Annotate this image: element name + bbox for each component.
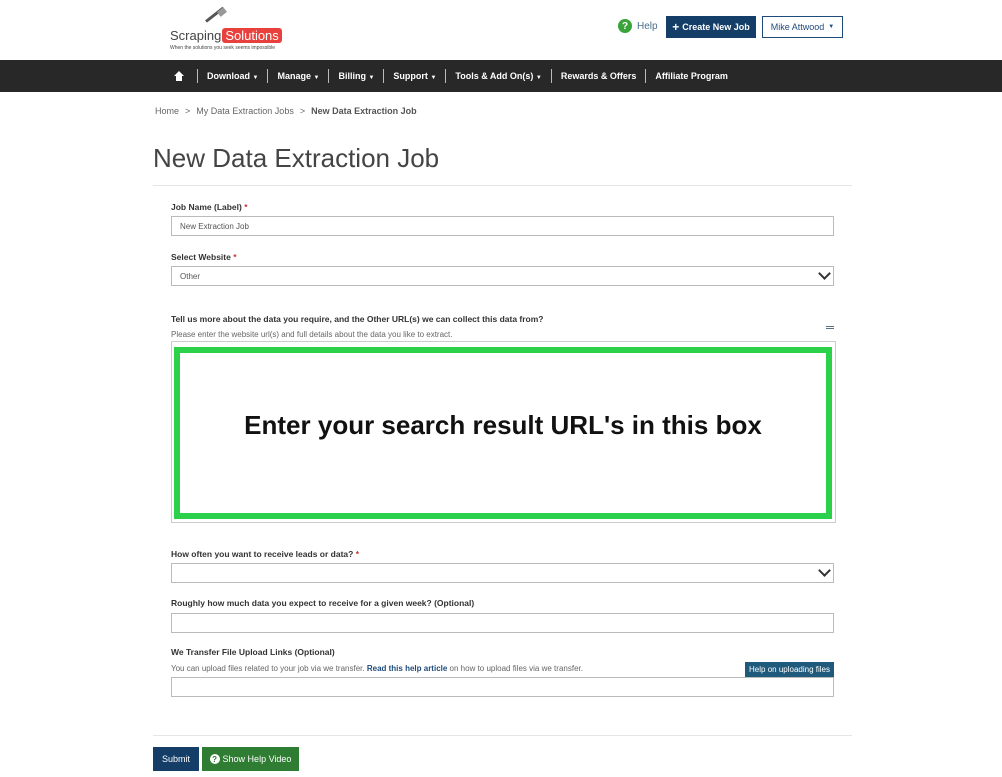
chevron-down-icon	[818, 564, 831, 577]
home-icon[interactable]	[174, 71, 184, 81]
plus-icon: +	[672, 20, 680, 34]
upload-links-input[interactable]	[171, 677, 834, 697]
main-navbar: Download ▼ Manage ▼ Billing ▼ Support ▼ …	[0, 60, 1002, 92]
nav-item-billing[interactable]: Billing ▼	[329, 71, 383, 81]
nav-item-tools[interactable]: Tools & Add On(s) ▼	[446, 71, 550, 81]
volume-input[interactable]	[171, 613, 834, 633]
upload-help-button[interactable]: Help on uploading files	[745, 662, 834, 677]
caret-down-icon: ▼	[535, 75, 542, 81]
help-article-link[interactable]: Read this help article	[367, 664, 447, 673]
breadcrumb-home[interactable]: Home	[155, 106, 179, 116]
logo-tagline: When the solutions you seek seems imposs…	[170, 45, 276, 51]
help-label: Help	[637, 20, 658, 32]
question-icon: ?	[209, 754, 220, 764]
help-link[interactable]: ? Help	[618, 19, 658, 33]
show-help-video-label: Show Help Video	[222, 754, 292, 764]
submit-button[interactable]: Submit	[153, 747, 199, 771]
upload-label: We Transfer File Upload Links (Optional)	[171, 647, 335, 657]
caret-down-icon: ▼	[828, 24, 835, 30]
frequency-select[interactable]	[171, 563, 834, 583]
caret-down-icon: ▼	[430, 75, 437, 81]
details-label: Tell us more about the data you require,…	[171, 314, 544, 324]
volume-label: Roughly how much data you expect to rece…	[171, 598, 475, 608]
create-new-job-button[interactable]: + Create New Job	[666, 16, 756, 38]
logo-wordmark: Scraping Solutions	[170, 28, 282, 43]
caret-down-icon: ▼	[252, 75, 259, 81]
frequency-label: How often you want to receive leads or d…	[171, 549, 360, 559]
caret-down-icon: ▼	[313, 75, 320, 81]
nav-item-affiliate[interactable]: Affiliate Program	[646, 71, 737, 81]
upload-hint: You can upload files related to your job…	[171, 664, 583, 673]
divider	[153, 735, 852, 736]
breadcrumb: Home > My Data Extraction Jobs > New Data Ex…	[155, 106, 417, 116]
help-icon: ?	[618, 19, 632, 33]
website-label: Select Website *	[171, 252, 237, 262]
wand-icon	[192, 6, 227, 28]
breadcrumb-jobs[interactable]: My Data Extraction Jobs	[196, 106, 294, 116]
nav-item-rewards[interactable]: Rewards & Offers	[552, 71, 646, 81]
url-entry-instruction: Enter your search result URL's in this b…	[244, 409, 762, 440]
show-help-video-button[interactable]: ? Show Help Video	[202, 747, 299, 771]
url-entry-highlight[interactable]: Enter your search result URL's in this b…	[174, 347, 832, 519]
website-select[interactable]: Other	[171, 266, 834, 286]
chevron-down-icon	[818, 267, 831, 280]
nav-item-download[interactable]: Download ▼	[198, 71, 267, 81]
logo[interactable]: Scraping Solutions When the solutions you…	[170, 6, 290, 52]
job-name-input[interactable]: New Extraction Job	[171, 216, 834, 236]
nav-item-manage[interactable]: Manage ▼	[268, 71, 328, 81]
page-title: New Data Extraction Job	[153, 143, 440, 173]
user-menu-button[interactable]: Mike Attwood ▼	[762, 16, 843, 38]
collapse-icon[interactable]	[826, 326, 834, 329]
divider	[153, 185, 852, 186]
caret-down-icon: ▼	[368, 75, 375, 81]
details-hint: Please enter the website url(s) and full…	[171, 330, 453, 339]
create-new-job-label: Create New Job	[682, 22, 750, 32]
job-name-label: Job Name (Label) *	[171, 202, 248, 212]
breadcrumb-current: New Data Extraction Job	[311, 106, 417, 116]
nav-item-support[interactable]: Support ▼	[384, 71, 445, 81]
user-menu-label: Mike Attwood	[770, 22, 825, 32]
